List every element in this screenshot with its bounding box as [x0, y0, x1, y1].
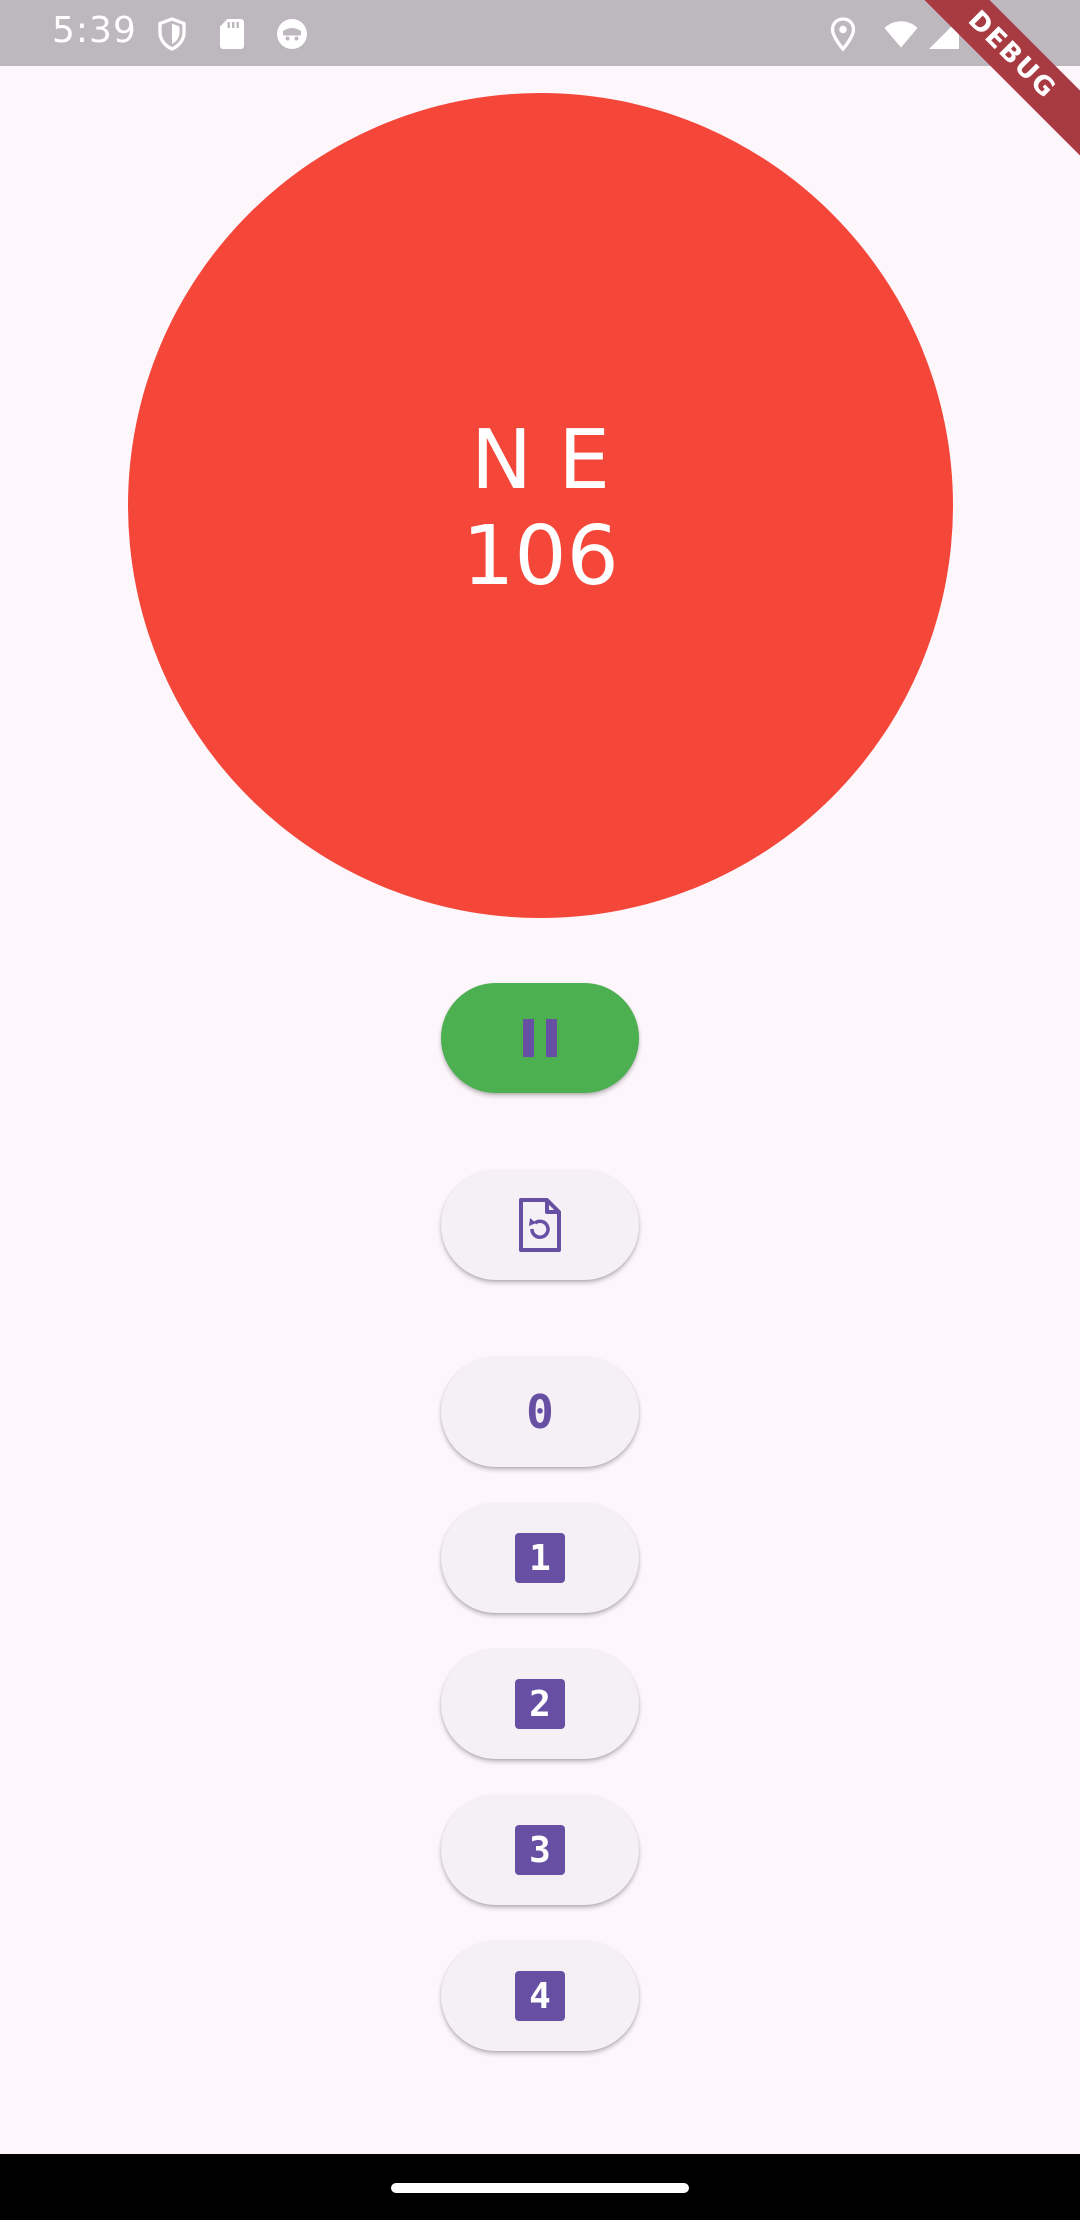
mode-button-3[interactable]: 3 — [441, 1795, 639, 1905]
mode-button-1-label: 1 — [515, 1533, 565, 1583]
home-gesture-handle[interactable] — [391, 2183, 689, 2193]
mode-button-4-label: 4 — [515, 1971, 565, 2021]
mode-button-2-label: 2 — [515, 1679, 565, 1729]
location-icon — [830, 17, 856, 52]
file-restore-icon — [519, 1198, 561, 1252]
mode-button-2[interactable]: 2 — [441, 1649, 639, 1759]
app-screen: 5:39 DEBUG N E 106 0 1 2 3 4 — [0, 0, 1080, 2220]
status-time: 5:39 — [52, 10, 137, 51]
cat-face-icon — [277, 19, 307, 49]
status-bar: 5:39 DEBUG — [0, 0, 1080, 164]
compass-circle: N E 106 — [128, 93, 953, 918]
pause-icon — [523, 1019, 557, 1057]
mode-button-4[interactable]: 4 — [441, 1941, 639, 2051]
mode-button-3-label: 3 — [515, 1825, 565, 1875]
shield-icon — [158, 17, 186, 51]
pause-button[interactable] — [441, 983, 639, 1093]
sd-card-icon — [220, 19, 244, 49]
compass-heading: 106 — [462, 509, 619, 604]
mode-button-1[interactable]: 1 — [441, 1503, 639, 1613]
navigation-bar — [0, 2154, 1080, 2220]
reset-button[interactable] — [441, 1170, 639, 1280]
mode-button-0-label: 0 — [526, 1385, 554, 1439]
mode-button-0[interactable]: 0 — [441, 1357, 639, 1467]
compass-direction: N E — [470, 413, 611, 508]
wifi-icon — [884, 21, 918, 48]
